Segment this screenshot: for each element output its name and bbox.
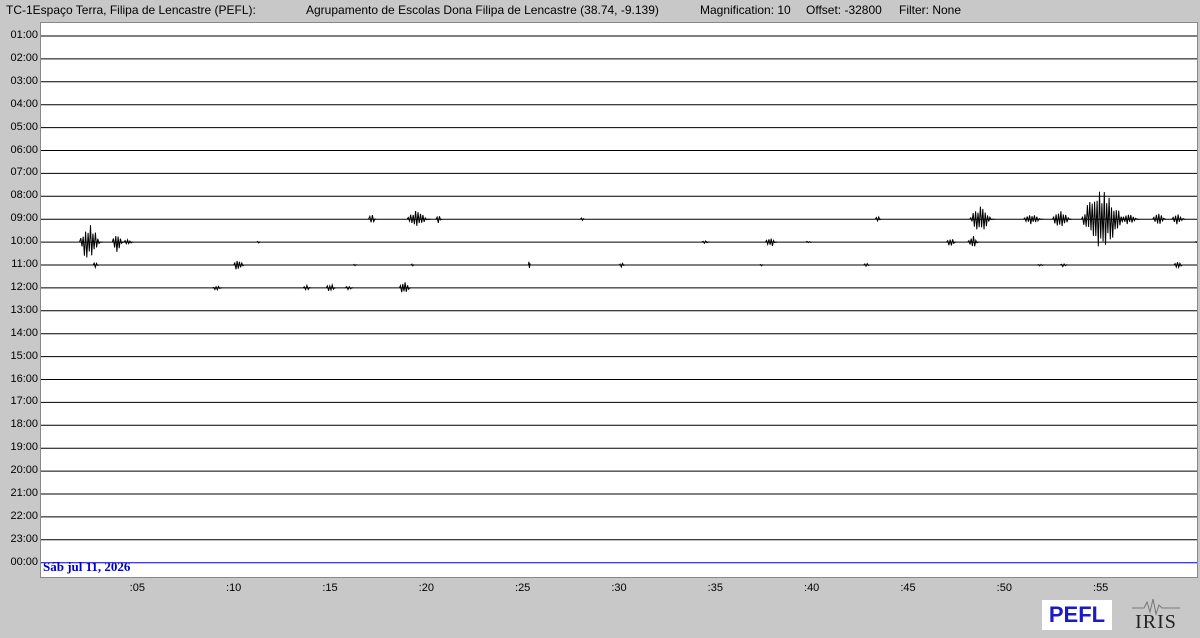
row-label: 09:00 bbox=[10, 212, 38, 225]
magnification-readout: Magnification: 10 bbox=[700, 3, 791, 17]
row-label: 14:00 bbox=[10, 326, 38, 339]
row-label: 01:00 bbox=[10, 29, 38, 41]
row-label: 03:00 bbox=[10, 74, 38, 87]
seismic-event bbox=[969, 206, 995, 230]
minute-tick-label: :05 bbox=[129, 582, 145, 594]
helicorder-traces bbox=[41, 35, 1200, 564]
row-label: 13:00 bbox=[10, 303, 38, 316]
pefl-logo-text: PEFL bbox=[1048, 602, 1106, 627]
seismic-event bbox=[580, 217, 585, 222]
seismic-event bbox=[410, 263, 415, 267]
filter-readout: Filter: None bbox=[899, 3, 962, 17]
row-label: 21:00 bbox=[10, 487, 38, 499]
minute-tick-label: :15 bbox=[322, 582, 338, 594]
pefl-logo: PEFL bbox=[1042, 600, 1112, 630]
date-label: Sáb jul 11, 2026 bbox=[43, 559, 131, 574]
minute-tick-label: :50 bbox=[996, 582, 1012, 594]
station-location: Agrupamento de Escolas Dona Filipa de Le… bbox=[306, 3, 659, 17]
row-label: 07:00 bbox=[10, 166, 38, 179]
row-label: 08:00 bbox=[10, 189, 38, 202]
row-label: 10:00 bbox=[10, 235, 38, 248]
minute-tick-label: :55 bbox=[1093, 582, 1109, 594]
seismic-event bbox=[123, 238, 134, 246]
row-label: 23:00 bbox=[10, 532, 38, 545]
seismic-event bbox=[398, 282, 411, 293]
seismic-event bbox=[527, 261, 531, 269]
row-label: 19:00 bbox=[10, 441, 38, 454]
seismic-event bbox=[967, 236, 980, 247]
minute-tick-label: :25 bbox=[515, 582, 531, 594]
seismic-event bbox=[1171, 214, 1186, 225]
row-label: 12:00 bbox=[10, 280, 38, 293]
minute-tick-label: :10 bbox=[226, 582, 242, 594]
minute-tick-label: :40 bbox=[804, 582, 820, 594]
row-label: 11:00 bbox=[11, 258, 38, 270]
row-label: 22:00 bbox=[10, 509, 38, 522]
header-bar: TC-1Espaço Terra, Filipa de Lencastre (P… bbox=[0, 0, 1200, 22]
seismic-event bbox=[406, 211, 431, 226]
minute-tick-label: :20 bbox=[418, 582, 434, 594]
seismic-event bbox=[1119, 214, 1140, 225]
seismic-event bbox=[1152, 213, 1167, 224]
offset-readout: Offset: -32800 bbox=[806, 3, 882, 17]
row-label: 06:00 bbox=[10, 143, 38, 156]
row-label: 00:00 bbox=[10, 555, 38, 568]
row-label: 02:00 bbox=[10, 51, 38, 64]
row-label: 15:00 bbox=[10, 349, 38, 362]
station-name: TC-1Espaço Terra, Filipa de Lencastre (P… bbox=[6, 3, 256, 17]
seismic-event bbox=[79, 225, 103, 258]
seismic-event bbox=[111, 235, 124, 252]
minute-tick-label: :45 bbox=[900, 582, 916, 594]
row-label: 05:00 bbox=[10, 120, 38, 133]
helicorder-plot bbox=[40, 22, 1200, 578]
minute-tick-label: :35 bbox=[707, 582, 723, 594]
row-label: 18:00 bbox=[10, 418, 38, 431]
row-label: 20:00 bbox=[10, 464, 38, 477]
iris-logo-text: IRIS bbox=[1135, 611, 1177, 633]
iris-logo: IRIS bbox=[1130, 596, 1182, 634]
row-label: 17:00 bbox=[10, 395, 38, 408]
row-label: 04:00 bbox=[10, 97, 38, 110]
row-label: 16:00 bbox=[10, 372, 38, 385]
minute-tick-label: :30 bbox=[611, 582, 627, 594]
